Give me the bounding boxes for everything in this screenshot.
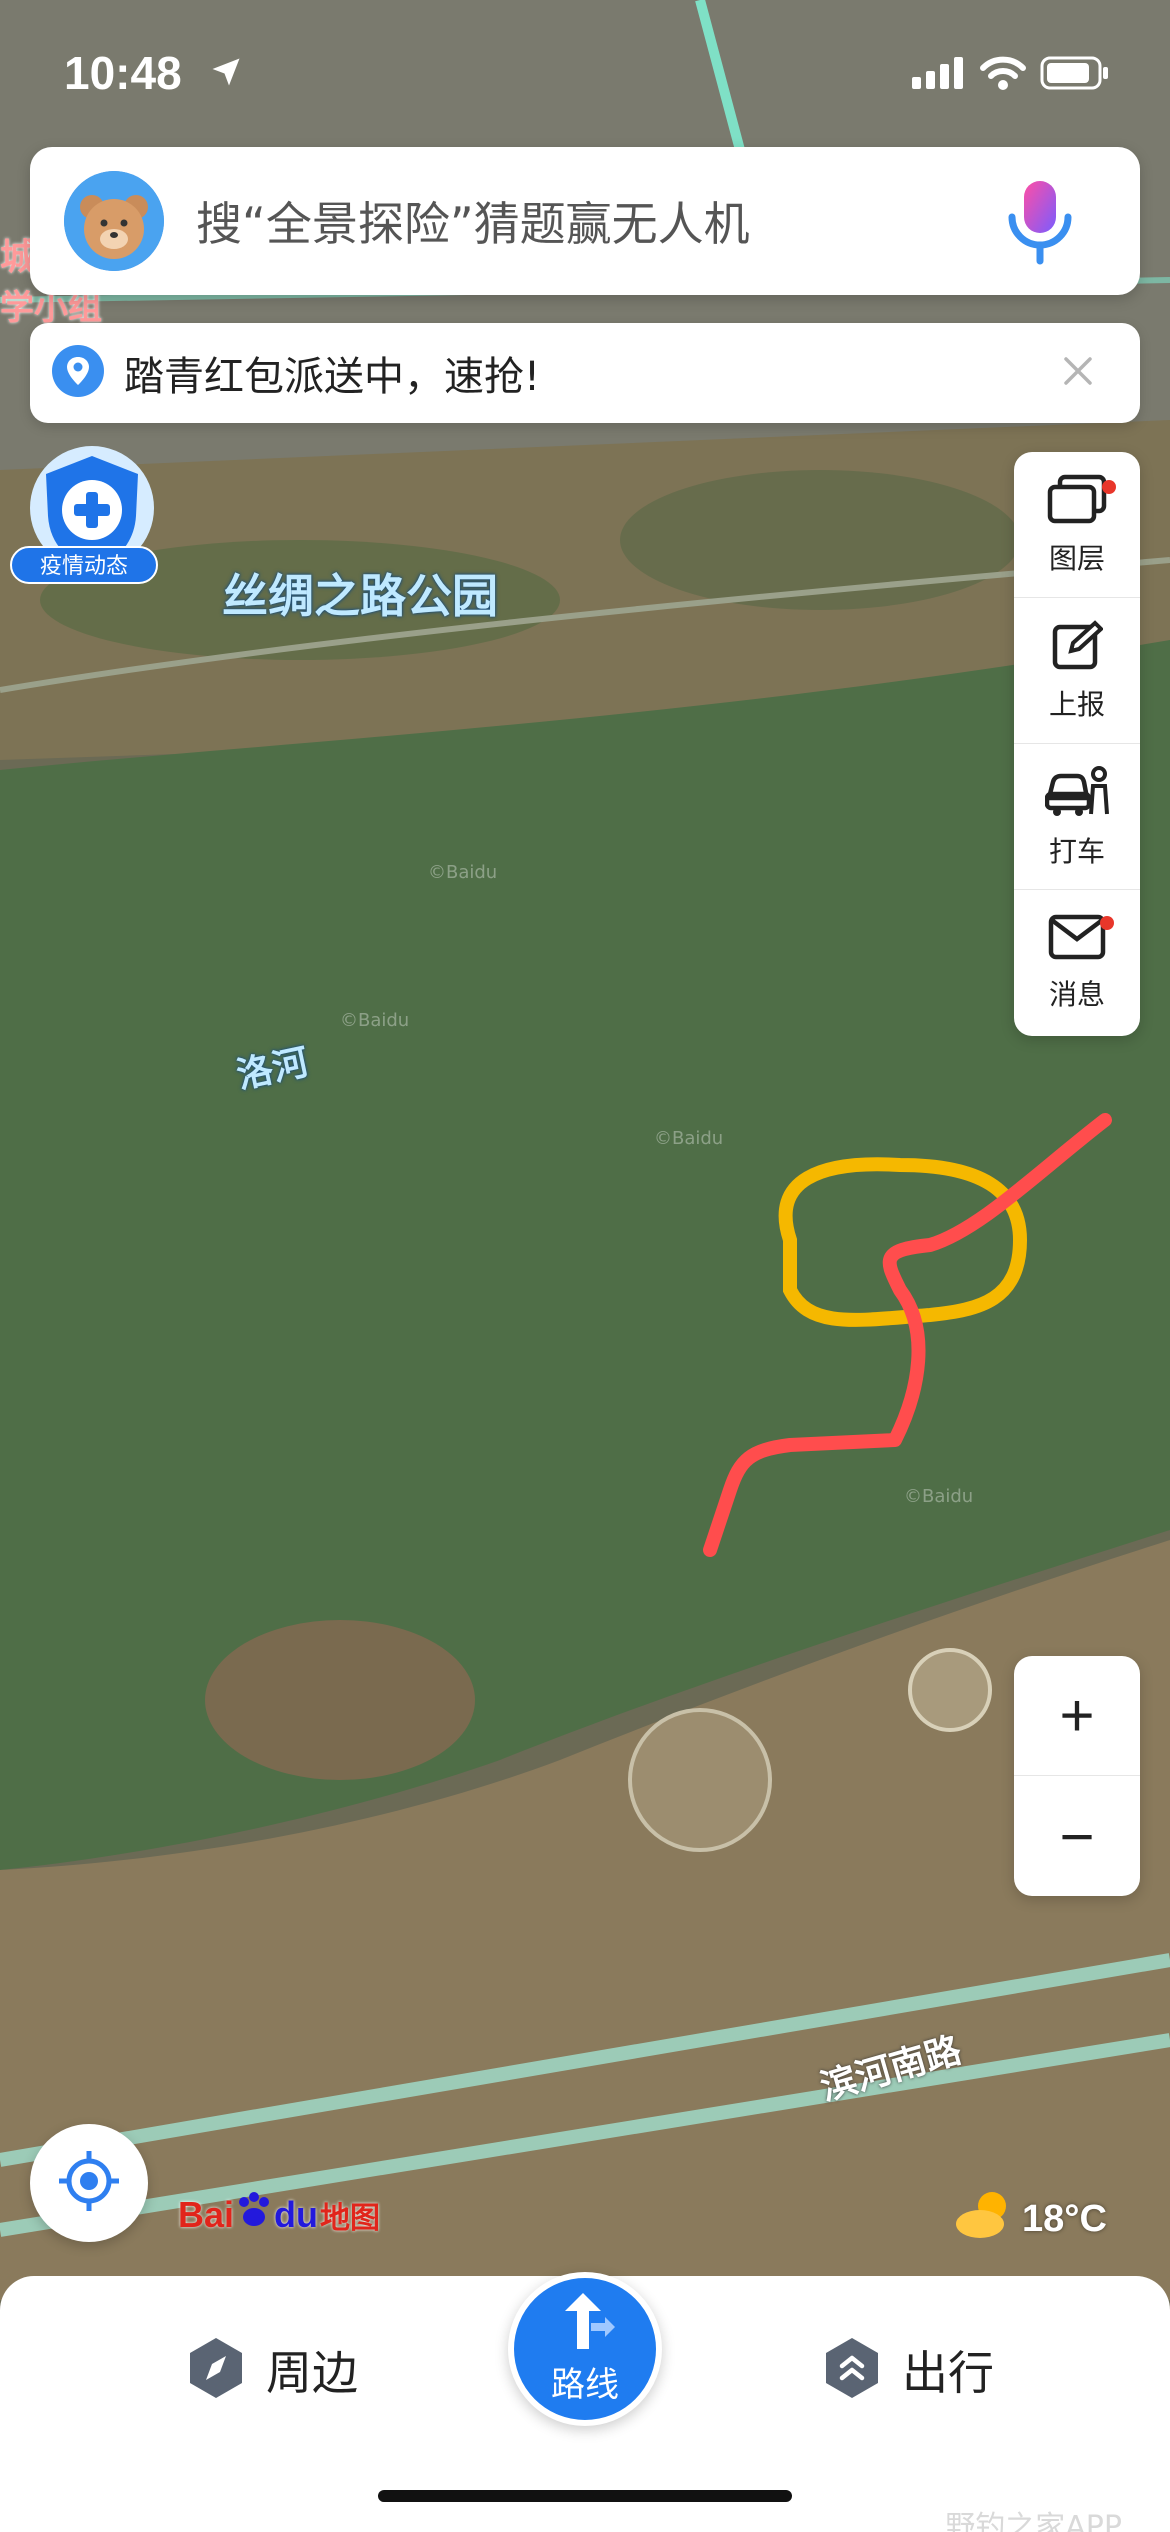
travel-label: 出行 [902,2346,994,2400]
epidemic-label[interactable]: 疫情动态 [10,546,158,584]
travel-button[interactable]: 出行 [822,2336,994,2404]
baidu-watermark: ©Baidu [340,1010,410,1031]
notification-dot [1100,916,1114,930]
nearby-button[interactable]: 周边 [186,2336,358,2404]
logo-bai: Bai [178,2193,235,2235]
partly-cloudy-icon [952,2188,1016,2250]
app-watermark: 野钓之家APP [945,2510,1122,2532]
logo-du: du [274,2193,319,2235]
paw-icon [234,2190,274,2239]
search-input[interactable]: 搜“全景探险”猜题赢无人机 [196,188,750,254]
location-pin-icon [52,345,104,401]
layers-icon [1046,473,1108,529]
status-bar: 10:48 [0,40,1170,110]
cellular-signal-icon [912,57,966,93]
route-arrow-icon [555,2292,615,2355]
edit-icon [1051,619,1104,675]
temperature: 18°C [1022,2197,1107,2240]
baidu-map-logo: Bai du 地图 [178,2190,380,2239]
tool-label: 消息 [1048,978,1105,1011]
park-label: 丝绸之路公园 [222,569,498,623]
layers-button[interactable]: 图层 [1014,452,1140,598]
crosshair-icon [57,2149,121,2217]
notification-dot [1102,480,1116,494]
microphone-icon[interactable] [1000,177,1080,271]
zoom-in-button[interactable]: + [1014,1656,1140,1776]
zoom-out-button[interactable]: − [1014,1776,1140,1896]
close-icon[interactable] [1060,353,1096,393]
locate-me-button[interactable] [30,2124,148,2242]
nearby-label: 周边 [266,2346,358,2400]
baidu-watermark: ©Baidu [904,1486,974,1507]
battery-icon [1040,56,1110,94]
route-button[interactable]: 路线 [508,2272,662,2426]
weather-widget[interactable]: 18°C [952,2188,1107,2250]
map-tools-panel: 图层 上报 打车 消息 [1014,452,1140,1036]
zoom-controls: + − [1014,1656,1140,1896]
route-label: 路线 [551,2364,619,2405]
tool-label: 打车 [1048,834,1105,868]
notice-text: 踏青红包派送中，速抢! [124,354,541,400]
report-button[interactable]: 上报 [1014,598,1140,744]
search-bar[interactable]: 搜“全景探险”猜题赢无人机 [30,147,1140,295]
logo-ditu: 地图 [320,2201,381,2235]
travel-icon [822,2336,882,2404]
car-person-icon [1044,764,1109,822]
baidu-watermark: ©Baidu [654,1128,724,1149]
location-arrow-icon [208,54,244,94]
taxi-button[interactable]: 打车 [1014,744,1140,890]
tool-label: 图层 [1048,541,1105,575]
clock: 10:48 [64,47,182,99]
tool-label: 上报 [1048,687,1105,721]
home-indicator[interactable] [378,2490,792,2502]
wifi-icon [980,56,1026,94]
envelope-icon [1047,913,1107,965]
baidu-watermark: ©Baidu [428,862,498,883]
bear-avatar-icon[interactable] [64,171,164,271]
promo-notice[interactable]: 踏青红包派送中，速抢! [30,323,1140,423]
message-button[interactable]: 消息 [1014,890,1140,1036]
compass-icon [186,2336,246,2404]
